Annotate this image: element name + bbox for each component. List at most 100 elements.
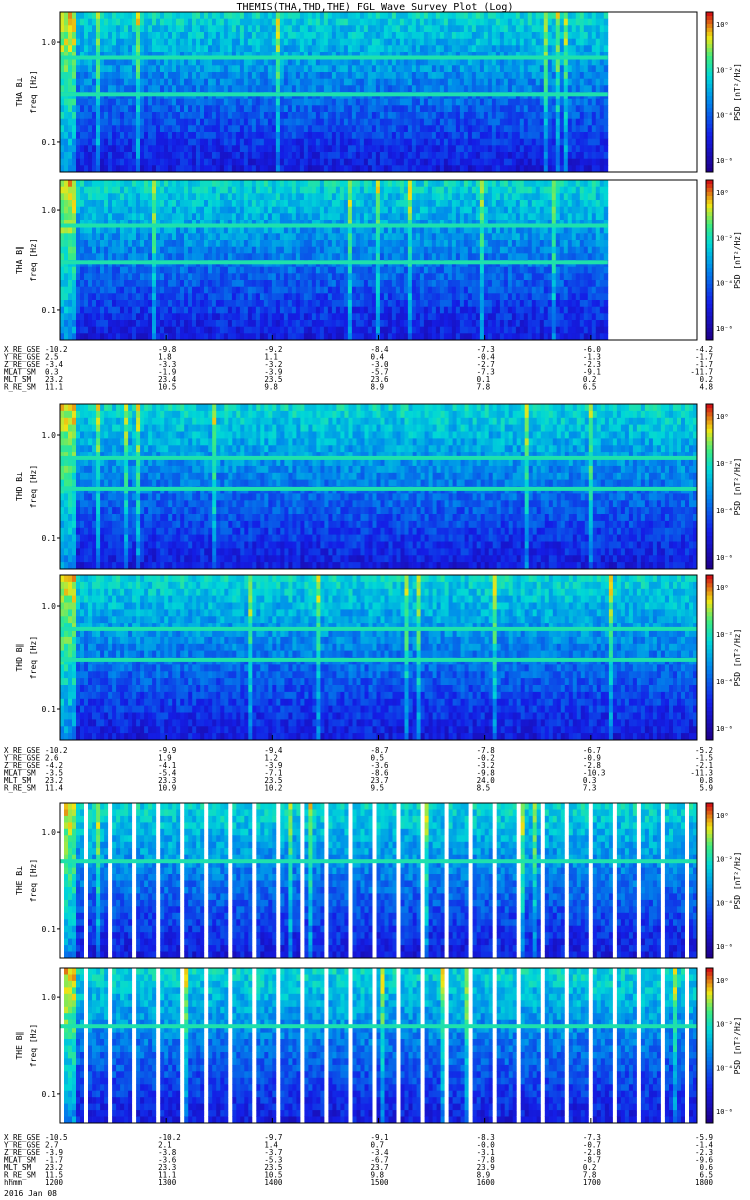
spectrogram-cell [484, 125, 488, 132]
spectrogram-cell [136, 99, 140, 106]
spectrogram-cell [164, 152, 168, 159]
spectrogram-cell [72, 200, 76, 207]
spectrogram-cell [316, 139, 320, 146]
spectrogram-cell [192, 159, 196, 166]
spectrogram-cell [388, 32, 392, 39]
spectrogram-cell [148, 207, 152, 214]
spectrogram-cell [356, 105, 360, 112]
spectrogram-cell [60, 19, 64, 26]
spectrogram-cell [128, 287, 132, 294]
spectrogram-cell [140, 287, 144, 294]
spectrogram-cell [188, 240, 192, 247]
spectrogram-cell [336, 45, 340, 52]
spectrogram-cell [244, 132, 248, 139]
spectrogram-cell [176, 85, 180, 92]
spectrogram-cell [388, 159, 392, 166]
spectrogram-cell [320, 287, 324, 294]
spectrogram-cell [172, 327, 176, 334]
spectrogram-cell [548, 45, 552, 52]
spectrogram-cell [60, 85, 64, 92]
spectrogram-cell [232, 253, 236, 260]
spectrogram-cell [68, 193, 72, 200]
spectrogram-cell [316, 233, 320, 240]
spectrogram-cell [308, 333, 312, 340]
spectrogram-cell [176, 39, 180, 46]
spectrogram-cell [492, 125, 496, 132]
spectrogram-cell [68, 19, 72, 26]
spectrogram-cell [96, 165, 100, 172]
spectrogram-cell [296, 293, 300, 300]
spectrogram-cell [432, 112, 436, 119]
spectrogram-cell [180, 333, 184, 340]
spectrogram-cell [160, 165, 164, 172]
spectrogram-cell [212, 273, 216, 280]
spectrogram-cell [288, 45, 292, 52]
spectrogram-cell [256, 19, 260, 26]
spectrogram-cell [124, 240, 128, 247]
spectrogram-cell [564, 105, 568, 112]
spectrogram-cell [476, 59, 480, 66]
spectrogram-cell [208, 19, 212, 26]
spectrogram-cell [164, 287, 168, 294]
spectrogram-cell [428, 99, 432, 106]
spectrogram-cell [604, 45, 608, 52]
spectrogram-cell [344, 12, 348, 19]
spectrogram-cell [344, 65, 348, 72]
spectrogram-cell [108, 233, 112, 240]
spectrogram-cell [184, 145, 188, 152]
spectrogram-cell [296, 145, 300, 152]
spectrogram-cell [256, 59, 260, 66]
spectrogram-cell [436, 152, 440, 159]
spectrogram-cell [312, 25, 316, 32]
spectrogram-cell [444, 59, 448, 66]
spectrogram-cell [540, 159, 544, 166]
spectrogram-cell [524, 132, 528, 139]
spectrogram-cell [296, 313, 300, 320]
spectrogram-cell [208, 313, 212, 320]
spectrogram-cell [172, 227, 176, 234]
spectrogram-cell [508, 139, 512, 146]
spectrogram-cell [112, 59, 116, 66]
spectrogram-cell [204, 280, 208, 287]
spectrogram-cell [228, 247, 232, 254]
spectrogram-cell [108, 240, 112, 247]
spectrogram-cell [504, 59, 508, 66]
spectrogram-cell [244, 253, 248, 260]
spectrogram-cell [200, 132, 204, 139]
spectrogram-cell [188, 193, 192, 200]
spectrogram-cell [368, 152, 372, 159]
spectrogram-cell [192, 99, 196, 106]
spectrogram-cell [408, 139, 412, 146]
spectrogram-cell [172, 333, 176, 340]
spectrogram-cell [140, 59, 144, 66]
spectrogram-cell [208, 273, 212, 280]
spectrogram-cell [244, 85, 248, 92]
spectrogram-cell [64, 293, 68, 300]
spectrogram-cell [256, 280, 260, 287]
spectrogram-cell [76, 287, 80, 294]
spectrogram-cell [64, 132, 68, 139]
spectrogram-cell [280, 39, 284, 46]
spectrogram-cell [432, 72, 436, 79]
spectrogram-cell [472, 145, 476, 152]
spectrogram-cell [308, 12, 312, 19]
spectrogram-cell [216, 247, 220, 254]
spectrogram-cell [408, 59, 412, 66]
spectrogram-cell [392, 99, 396, 106]
spectrogram-cell [208, 32, 212, 39]
spectrogram-cell [444, 112, 448, 119]
spectrogram-cell [524, 85, 528, 92]
spectrogram-cell [288, 79, 292, 86]
spectrogram-cell [440, 159, 444, 166]
spectrogram-cell [404, 165, 408, 172]
spectrogram-cell [84, 280, 88, 287]
spectrogram-cell [368, 99, 372, 106]
spectrogram-cell [164, 187, 168, 194]
spectrogram-cell [280, 180, 284, 187]
spectrogram-cell [520, 125, 524, 132]
spectrogram-cell [288, 200, 292, 207]
spectrogram-cell [568, 45, 572, 52]
spectrogram-cell [152, 32, 156, 39]
spectrogram-cell [276, 145, 280, 152]
spectrogram-cell [132, 180, 136, 187]
